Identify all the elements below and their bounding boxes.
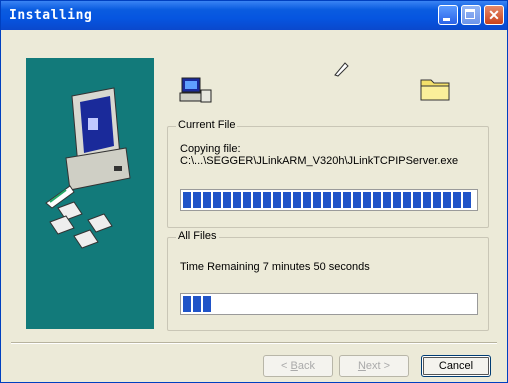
current-file-path: C:\...\SEGGER\JLinkARM_V320h\JLinkTCPIPS… [180,155,459,167]
computer-icon [179,76,213,109]
progress-block [203,192,211,208]
close-button[interactable]: ✕ [484,5,504,25]
progress-block [423,192,431,208]
copying-label: Copying file: [180,143,241,155]
progress-block [353,192,361,208]
current-file-progress-fill [183,192,471,208]
current-file-progress [180,189,478,211]
progress-block [313,192,321,208]
progress-block [333,192,341,208]
current-file-group: Current File Copying file: C:\...\SEGGER… [167,119,489,228]
progress-block [363,192,371,208]
progress-block [273,192,281,208]
all-files-legend: All Files [176,230,219,242]
progress-block [203,296,211,312]
floppy-disks-icon [49,201,113,249]
back-button[interactable]: < Back [263,355,333,377]
progress-block [293,192,301,208]
progress-block [193,296,201,312]
close-icon: ✕ [488,7,500,23]
progress-block [243,192,251,208]
next-button[interactable]: Next > [339,355,409,377]
progress-block [213,192,221,208]
progress-block [383,192,391,208]
pen-icon [333,61,349,80]
progress-block [303,192,311,208]
progress-block [393,192,401,208]
all-files-progress-fill [183,296,211,312]
computer-icon [65,87,131,191]
progress-block [183,296,191,312]
all-files-group: All Files Time Remaining 7 minutes 50 se… [167,230,489,331]
all-files-progress [180,293,478,315]
minimize-icon [443,18,450,21]
cancel-button[interactable]: Cancel [421,355,491,377]
progress-block [223,192,231,208]
progress-block [453,192,461,208]
title-bar[interactable]: Installing ✕ [1,1,507,30]
progress-block [233,192,241,208]
window-title: Installing [9,8,93,23]
progress-block [413,192,421,208]
progress-block [283,192,291,208]
progress-block [433,192,441,208]
minimize-button[interactable] [438,5,458,25]
maximize-icon [465,9,475,19]
maximize-button[interactable] [461,5,481,25]
progress-block [443,192,451,208]
computer-illustration [45,87,131,249]
progress-block [343,192,351,208]
progress-block [183,192,191,208]
time-remaining: Time Remaining 7 minutes 50 seconds [180,261,370,273]
progress-block [323,192,331,208]
folder-icon [419,74,451,105]
setup-art-panel [26,58,154,329]
progress-block [263,192,271,208]
installer-window: Installing ✕ Current File Copying file: … [0,0,508,383]
progress-block [463,192,471,208]
progress-block [253,192,261,208]
progress-block [193,192,201,208]
progress-block [403,192,411,208]
current-file-legend: Current File [176,119,238,131]
button-separator [11,342,497,344]
progress-block [373,192,381,208]
